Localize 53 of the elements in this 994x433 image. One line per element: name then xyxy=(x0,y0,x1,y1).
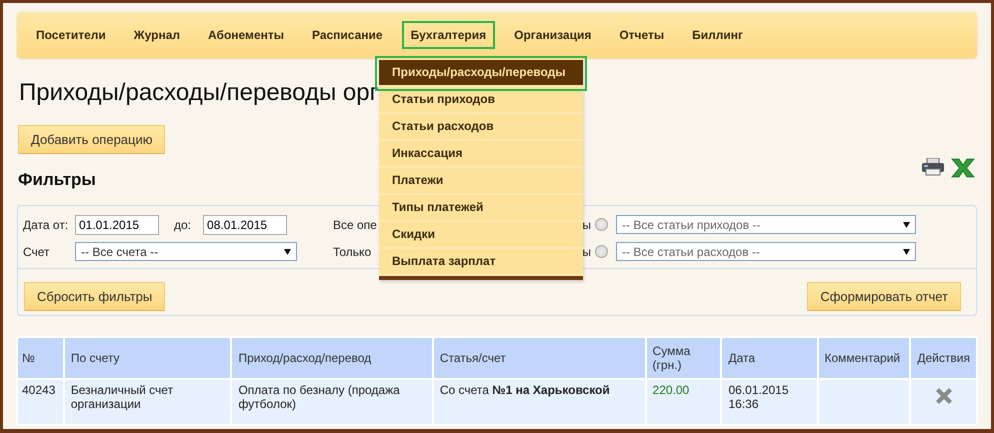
date-from-field[interactable]: 01.01.2015 xyxy=(75,214,159,234)
menu-item[interactable]: Статьи расходов xyxy=(379,114,583,141)
expense-article-select[interactable]: -- Все статьи расходов -- xyxy=(616,242,916,261)
caret-icon xyxy=(903,221,910,228)
nav-item[interactable]: Журнал xyxy=(124,21,190,49)
table-cell: 220.00 xyxy=(646,380,720,424)
nav-item[interactable]: Расписание xyxy=(302,21,392,49)
income-article-select[interactable]: -- Все статьи приходов -- xyxy=(616,215,916,234)
column-header: Дата xyxy=(722,338,817,378)
column-header: № xyxy=(18,338,63,378)
column-header: Приход/расход/перевод xyxy=(232,338,432,378)
operation-filter-label: Все опе xyxy=(333,218,377,232)
menu-item[interactable]: Скидки xyxy=(379,222,583,249)
menu-item[interactable]: Платежи xyxy=(379,168,583,195)
nav-item[interactable]: Организация xyxy=(505,21,600,49)
operation-filter-label: ы xyxy=(582,244,591,258)
add-operation-button[interactable]: Добавить операцию xyxy=(18,125,166,154)
date-to-label: до: xyxy=(174,218,192,232)
excel-icon[interactable] xyxy=(951,158,975,178)
table-cell: 06.01.2015 16:36 xyxy=(722,380,817,424)
column-header: По счету xyxy=(64,338,230,378)
column-header: Комментарий xyxy=(818,338,910,378)
caret-icon xyxy=(903,248,910,255)
menu-item[interactable]: Статьи приходов xyxy=(379,87,583,114)
nav-item[interactable]: Биллинг xyxy=(683,21,752,49)
account-select[interactable]: -- Все счета -- xyxy=(75,242,297,261)
menu-item[interactable]: Инкассация xyxy=(379,141,583,168)
nav-item[interactable]: Отчеты xyxy=(610,21,674,49)
page-title: Приходы/расходы/переводы орг xyxy=(19,79,378,108)
table-cell: 40243 xyxy=(18,380,63,424)
date-from-label: Дата от: xyxy=(23,218,70,232)
generate-report-button[interactable]: Сформировать отчет xyxy=(807,282,961,311)
operation-filter-label: Только xyxy=(333,244,372,258)
radio-button[interactable] xyxy=(595,218,608,231)
operation-filter-label: ы xyxy=(582,218,591,232)
filters-title: Фильтры xyxy=(18,170,96,190)
reset-filters-button[interactable]: Сбросить фильтры xyxy=(24,282,166,311)
caret-icon xyxy=(284,248,291,255)
nav-item[interactable]: Бухгалтерия xyxy=(402,21,496,49)
column-header: Действия xyxy=(911,338,976,378)
column-header: Статья/счет xyxy=(434,338,645,378)
menu-item[interactable]: Выплата зарплат xyxy=(379,249,583,276)
account-label: Счет xyxy=(23,244,51,258)
table-cell: Со счета №1 на Харьковской xyxy=(434,380,645,424)
menu-item[interactable]: Типы платежей xyxy=(379,195,583,222)
table-cell: Оплата по безналу (продажа футболок) xyxy=(232,380,432,424)
printer-icon[interactable] xyxy=(921,158,945,176)
column-header: Сумма (грн.) xyxy=(646,338,720,378)
nav-item[interactable]: Абонементы xyxy=(199,21,293,49)
date-to-field[interactable]: 08.01.2015 xyxy=(203,214,288,234)
table-cell: Безналичный счет организации xyxy=(64,380,230,424)
radio-button[interactable] xyxy=(595,245,608,258)
nav-item[interactable]: Посетители xyxy=(27,21,115,49)
